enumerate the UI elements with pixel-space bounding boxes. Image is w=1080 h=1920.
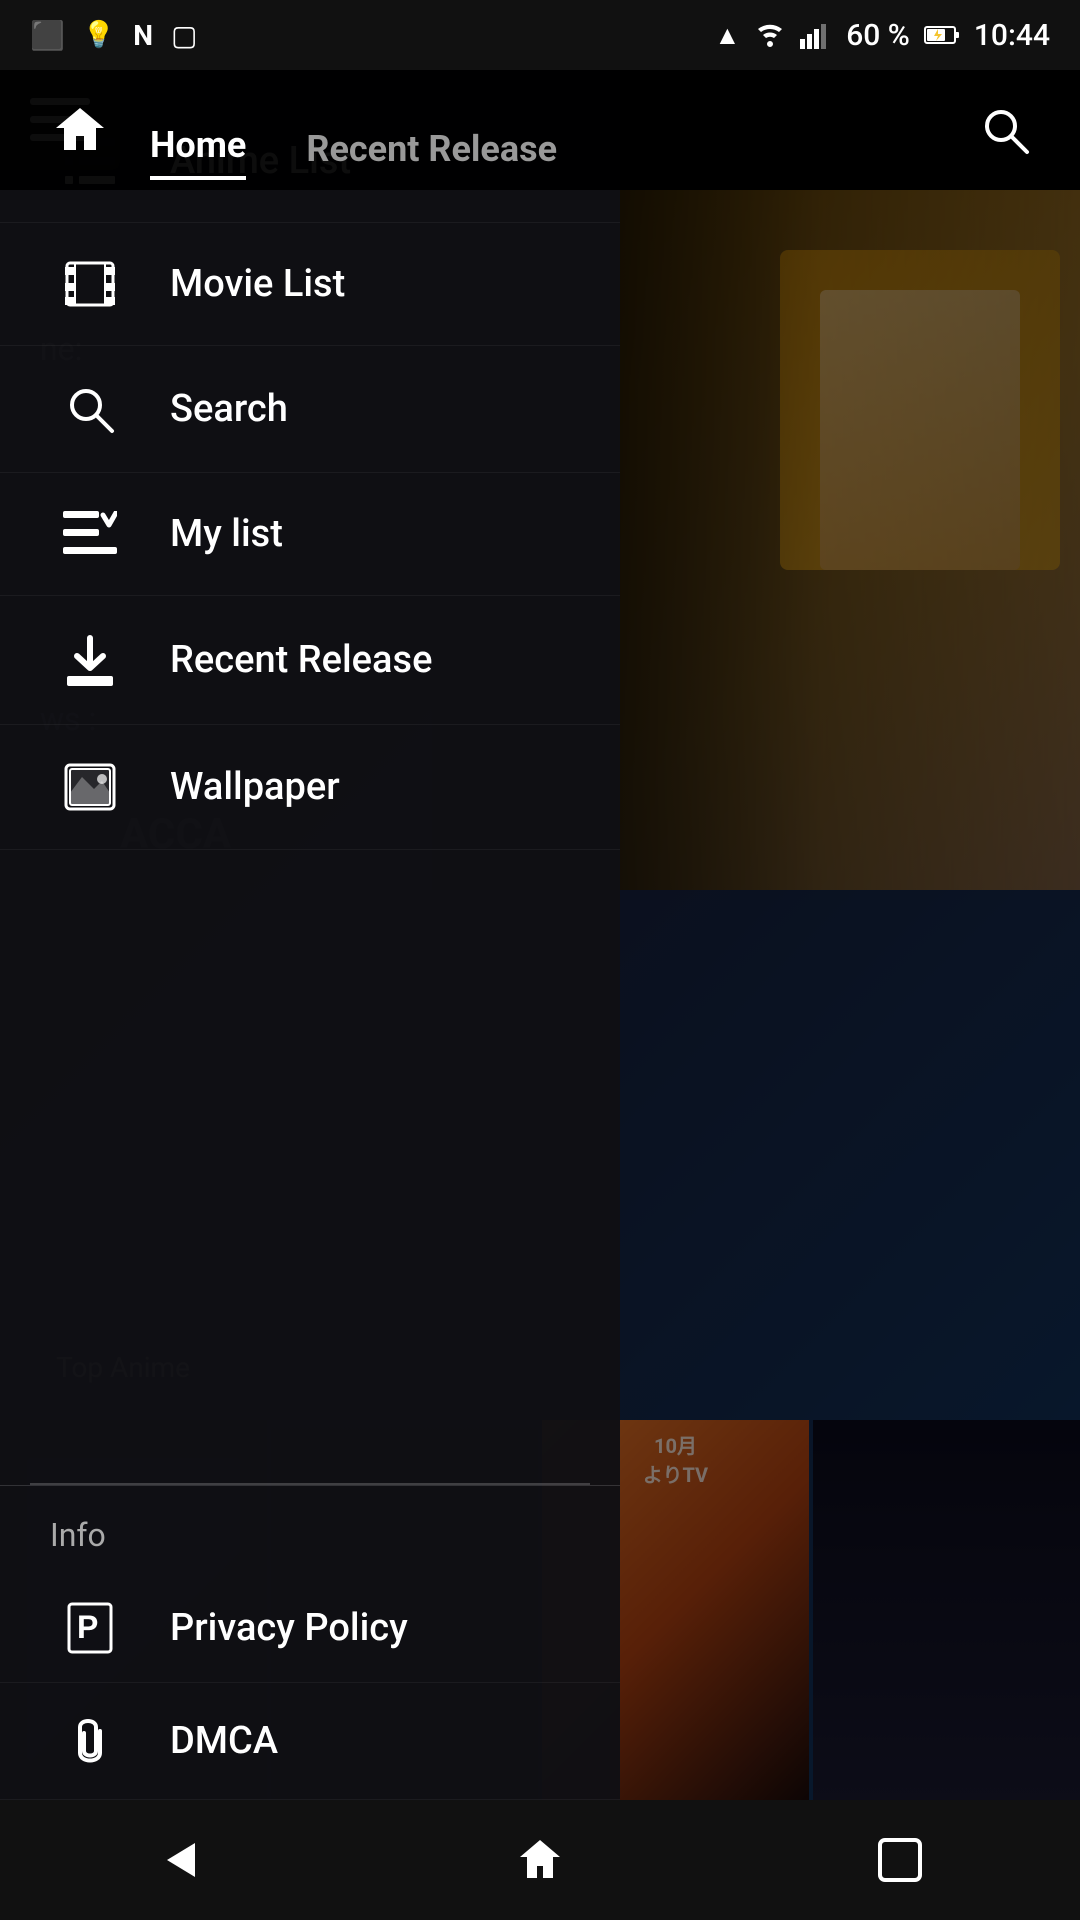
app-container: Home Recent Release ne: ws : ACCA <box>0 70 1080 1800</box>
menu-item-search[interactable]: Search <box>0 346 620 473</box>
status-bar-left: ⬛ 💡 N ▢ <box>30 19 197 52</box>
clock: 10:44 <box>974 18 1050 53</box>
nav-tabs: Home Recent Release <box>150 70 970 190</box>
recents-button[interactable] <box>840 1820 960 1900</box>
my-list-icon <box>50 511 130 557</box>
drawer-menu-items: Anime List Mo <box>0 70 620 1483</box>
drawer: Anime List Mo <box>0 70 620 1800</box>
bulb-icon: 💡 <box>83 20 115 50</box>
dmca-label: DMCA <box>170 1719 278 1763</box>
n-icon: N <box>133 19 153 52</box>
back-button[interactable] <box>120 1820 240 1900</box>
top-nav: Home Recent Release <box>0 70 1080 190</box>
svg-text:P: P <box>77 1609 98 1645</box>
menu-item-movie-list[interactable]: Movie List <box>0 223 620 346</box>
bluetooth-icon: ▲ <box>714 20 740 51</box>
tab-recent-release[interactable]: Recent Release <box>306 128 557 180</box>
parking-icon: P <box>50 1602 130 1654</box>
square-icon: ▢ <box>171 19 197 52</box>
my-list-label: My list <box>170 512 283 556</box>
menu-item-dmca[interactable]: DMCA <box>0 1683 620 1800</box>
battery-percent: 60 % <box>846 18 910 53</box>
photo-icon: ⬛ <box>30 19 65 52</box>
menu-item-recent-release[interactable]: Recent Release <box>0 596 620 725</box>
status-bar: ⬛ 💡 N ▢ ▲ 60 % <box>0 0 1080 70</box>
tab-home[interactable]: Home <box>150 124 246 180</box>
search-button[interactable] <box>970 95 1040 165</box>
menu-item-wallpaper[interactable]: Wallpaper <box>0 725 620 850</box>
movie-list-label: Movie List <box>170 262 345 306</box>
wallpaper-label: Wallpaper <box>170 765 340 809</box>
paperclip-icon <box>50 1711 130 1771</box>
wifi-icon <box>754 21 786 49</box>
battery-icon <box>924 24 960 46</box>
menu-item-my-list[interactable]: My list <box>0 473 620 596</box>
search-drawer-icon <box>50 384 130 434</box>
privacy-policy-label: Privacy Policy <box>170 1606 408 1650</box>
recent-release-label: Recent Release <box>170 638 432 682</box>
signal-icon <box>800 21 832 49</box>
home-nav-icon[interactable] <box>40 90 120 170</box>
wallpaper-icon <box>50 763 130 811</box>
home-button[interactable] <box>480 1820 600 1900</box>
menu-item-privacy-policy[interactable]: P Privacy Policy <box>0 1574 620 1683</box>
search-label: Search <box>170 387 288 431</box>
info-section: Info <box>0 1485 620 1574</box>
status-bar-right: ▲ 60 % <box>714 18 1050 53</box>
info-label: Info <box>50 1516 106 1554</box>
download-icon <box>50 634 130 686</box>
film-icon <box>50 261 130 307</box>
bottom-nav <box>0 1800 1080 1920</box>
